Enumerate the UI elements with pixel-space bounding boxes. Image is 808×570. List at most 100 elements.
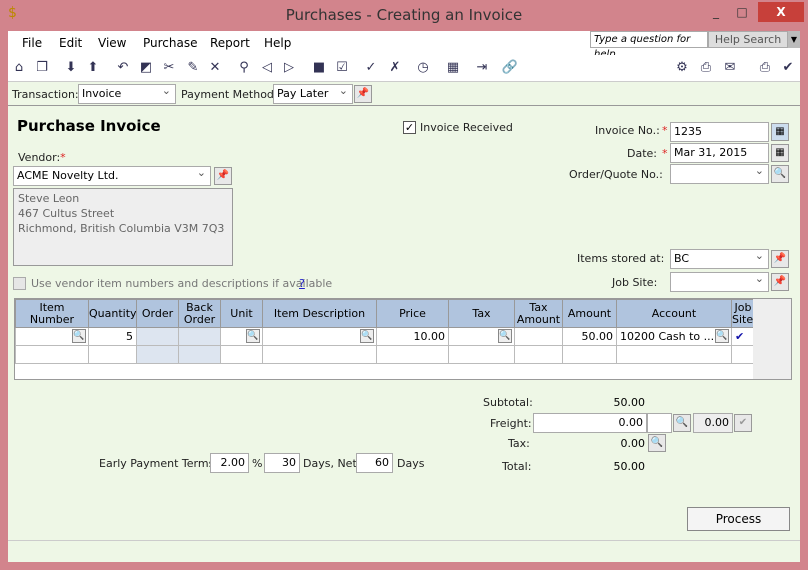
payment-method-select[interactable]: Pay Later [273, 82, 353, 104]
invoice-no-label: Invoice No.: [595, 124, 660, 137]
table-row[interactable] [15, 345, 755, 364]
menu-purchase[interactable]: Purchase [143, 36, 198, 50]
help-link[interactable]: ? [299, 277, 305, 290]
help-search-button[interactable]: Help Search [708, 31, 788, 48]
table-row[interactable]: 🔍 5 🔍 🔍 10.00 🔍 50.00 10200 Cash to ... 🔍… [15, 327, 755, 346]
account-cell[interactable]: 10200 Cash to ... 🔍 [616, 327, 732, 346]
tax-amount-cell[interactable] [514, 327, 563, 346]
column-header[interactable]: Tax [448, 299, 515, 328]
column-header[interactable]: Item Description [262, 299, 377, 328]
tax-search-icon[interactable]: 🔍 [648, 434, 666, 452]
export-icon[interactable]: ⇥ [473, 59, 491, 77]
column-header[interactable]: Item Number [15, 299, 89, 328]
items-pin-icon[interactable]: 📌 [771, 250, 789, 268]
date-input[interactable]: Mar 31, 2015 [670, 143, 769, 163]
menu-file[interactable]: File [22, 36, 42, 50]
pin-icon[interactable]: 📌 [354, 85, 372, 103]
job-site-pin-icon[interactable]: 📌 [771, 273, 789, 291]
column-header[interactable]: Quantity [88, 299, 137, 328]
minimize-button[interactable]: _ [706, 2, 726, 22]
amount-cell[interactable]: 50.00 [562, 327, 617, 346]
freight-input[interactable]: 0.00 [533, 413, 647, 433]
fill-icon[interactable]: ■ [310, 59, 328, 77]
adjust-icon[interactable]: ◩ [137, 59, 155, 77]
checkmark-icon[interactable]: ✔ [734, 414, 752, 432]
copy-icon[interactable]: ❐ [33, 59, 51, 77]
vendor-pin-icon[interactable]: 📌 [214, 167, 232, 185]
vendor-value: ACME Novelty Ltd. [17, 169, 119, 182]
quantity-cell[interactable]: 5 [88, 327, 137, 346]
column-header[interactable]: Account [616, 299, 732, 328]
items-stored-value: BC [674, 252, 690, 265]
email-icon[interactable]: ✉ [721, 59, 739, 77]
close-button[interactable]: X [758, 2, 804, 22]
help-question-input[interactable]: Type a question for help [590, 31, 708, 60]
track-icon[interactable]: ✓ [362, 59, 380, 77]
vendor-select[interactable]: ACME Novelty Ltd. [13, 164, 211, 186]
menu-view[interactable]: View [98, 36, 126, 50]
settings-icon[interactable]: ⚙ [673, 59, 691, 77]
column-header[interactable]: Unit [220, 299, 263, 328]
prev-icon[interactable]: ◁ [258, 59, 276, 77]
column-header[interactable]: Price [376, 299, 449, 328]
payment-method-value: Pay Later [277, 87, 329, 100]
search-icon[interactable]: 🔍 [771, 165, 789, 183]
job-sites-cell[interactable]: ✔ [731, 327, 755, 346]
help-dropdown-icon[interactable]: ▼ [788, 31, 800, 48]
check-icon[interactable]: ☑ [333, 59, 351, 77]
order-cell [136, 327, 179, 346]
order-quote-select[interactable] [670, 162, 769, 184]
menu-help[interactable]: Help [264, 36, 291, 50]
freight-search-icon[interactable]: 🔍 [673, 414, 691, 432]
calendar-icon[interactable]: ▦ [771, 144, 789, 162]
app-icon: $ [8, 5, 17, 21]
invoice-received-checkbox[interactable]: ✓ [403, 121, 416, 134]
description-cell[interactable]: 🔍 [262, 327, 377, 346]
process-button[interactable]: Process [687, 507, 790, 531]
column-header[interactable]: Job Sites [731, 299, 759, 328]
maximize-button[interactable]: □ [732, 2, 752, 22]
page-title: Purchase Invoice [17, 117, 161, 135]
time-icon[interactable]: ◷ [414, 59, 432, 77]
home-icon[interactable]: ⌂ [10, 59, 28, 77]
column-header[interactable]: Order [136, 299, 179, 328]
vendor-address[interactable]: Steve Leon 467 Cultus Street Richmond, Bri… [13, 188, 233, 266]
column-header[interactable]: Back Order [178, 299, 221, 328]
column-header[interactable]: Amount [562, 299, 617, 328]
link-icon[interactable]: 🔗 [501, 59, 519, 77]
lookup-icon[interactable]: ⚲ [235, 59, 253, 77]
items-grid: Item Number Quantity Order Back Order Unit It… [14, 298, 792, 380]
download-icon[interactable]: ⬇ [62, 59, 80, 77]
freight-label: Freight: [490, 417, 532, 430]
price-cell[interactable]: 10.00 [376, 327, 449, 346]
job-site-select[interactable] [670, 270, 769, 292]
undo-icon[interactable]: ↶ [114, 59, 132, 77]
menu-report[interactable]: Report [210, 36, 250, 50]
transaction-select[interactable]: Invoice [78, 82, 176, 104]
column-header[interactable]: Tax Amount [514, 299, 563, 328]
discount-days-input[interactable]: 30 [264, 453, 300, 473]
cancel-icon[interactable]: ✗ [386, 59, 404, 77]
status-bar [8, 540, 800, 562]
freight-tax-code[interactable] [647, 413, 672, 433]
preview-icon[interactable]: ⎙ [697, 59, 715, 77]
item-number-cell[interactable]: 🔍 [15, 327, 89, 346]
discount-percent-input[interactable]: 2.00 [210, 453, 249, 473]
print-icon[interactable]: ⎙ [756, 59, 774, 77]
invoice-no-input[interactable]: 1235 [670, 122, 769, 142]
delete-icon[interactable]: ✕ [206, 59, 224, 77]
calculator-icon[interactable]: ▦ [444, 59, 462, 77]
grid-scroll-area[interactable] [753, 299, 791, 379]
tax-cell[interactable]: 🔍 [448, 327, 515, 346]
checkmark-icon[interactable]: ✔ [779, 59, 797, 77]
upload-icon[interactable]: ⬆ [84, 59, 102, 77]
net-days-input[interactable]: 60 [356, 453, 393, 473]
menu-edit[interactable]: Edit [59, 36, 82, 50]
use-vendor-checkbox[interactable] [13, 277, 26, 290]
remove-icon[interactable]: ✂ [160, 59, 178, 77]
next-icon[interactable]: ▷ [280, 59, 298, 77]
unit-cell[interactable]: 🔍 [220, 327, 263, 346]
invoice-lookup-icon[interactable]: ▦ [771, 123, 789, 141]
edit-icon[interactable]: ✎ [184, 59, 202, 77]
items-stored-select[interactable]: BC [670, 247, 769, 269]
